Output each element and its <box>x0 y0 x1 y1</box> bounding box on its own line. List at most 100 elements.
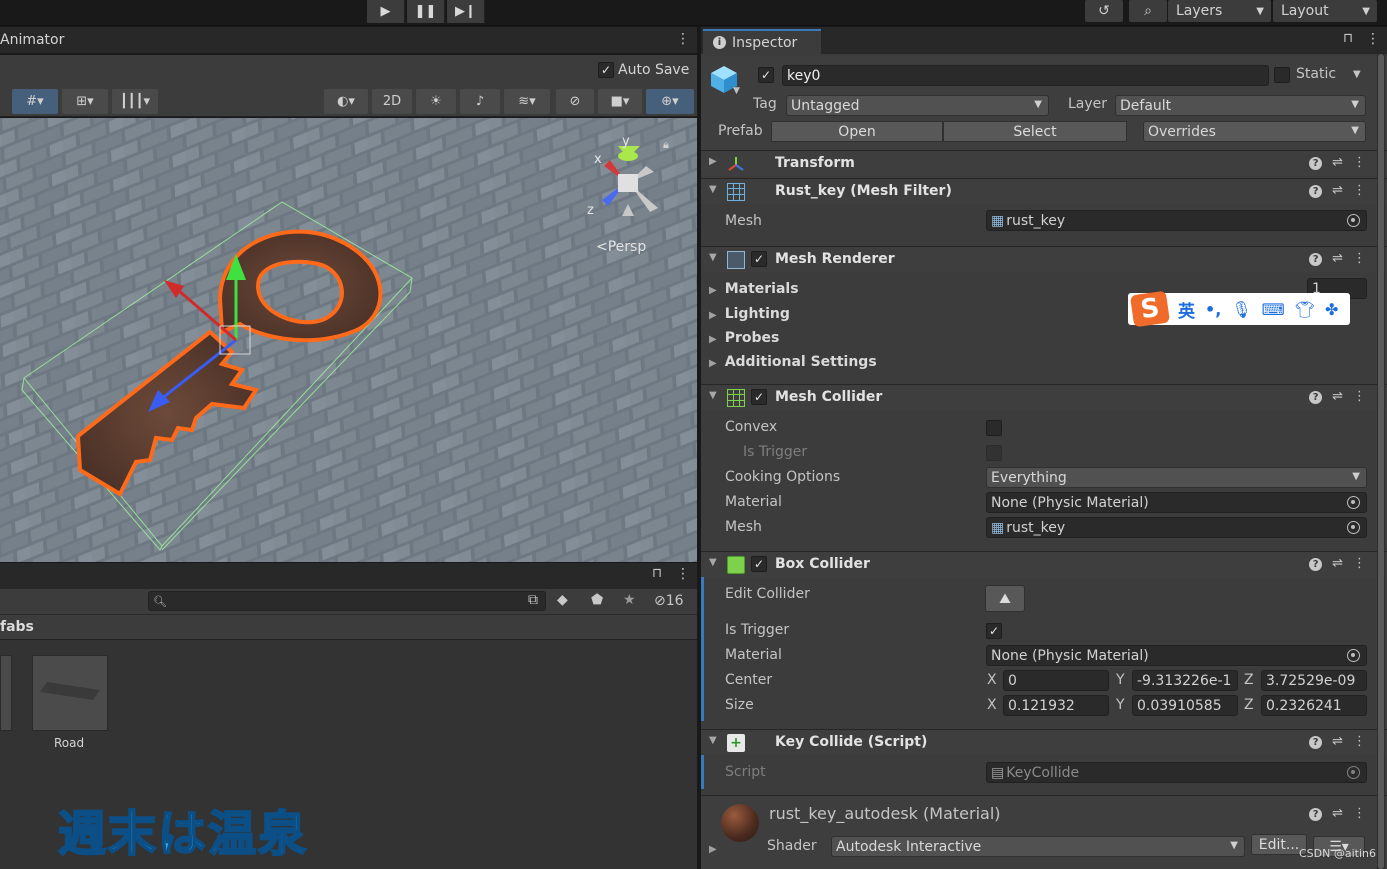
convex-checkbox[interactable] <box>986 420 1002 436</box>
scrollbar-thumb[interactable] <box>1378 54 1384 869</box>
hidden-packages-button[interactable]: ⊘16 <box>654 593 684 609</box>
persp-label[interactable]: <Persp <box>596 239 646 255</box>
help-icon[interactable]: ? <box>1309 558 1323 571</box>
preset-icon[interactable]: ⇌ <box>1332 389 1343 404</box>
ime-lang[interactable]: 英 <box>1178 297 1195 322</box>
kebab-menu-icon[interactable]: ⋮ <box>1353 734 1366 749</box>
tag-dropdown[interactable]: Untagged ▼ <box>786 95 1049 116</box>
ruler-button[interactable]: ┃┃┃▾ <box>112 89 158 114</box>
shader-dropdown[interactable]: Autodesk Interactive ▼ <box>831 836 1245 857</box>
ime-punct[interactable]: •, <box>1205 300 1221 319</box>
filter-label-icon[interactable]: ⬟ <box>591 592 603 608</box>
play-button[interactable]: ▶ <box>367 0 405 23</box>
help-icon[interactable]: ? <box>1309 253 1323 266</box>
prefab-overrides-dropdown[interactable]: Overrides ▼ <box>1143 121 1366 142</box>
asset-thumbnail[interactable] <box>0 655 12 731</box>
scene-view[interactable]: y x z <Persp 🔒︎ <box>0 118 697 562</box>
tab-animator[interactable]: Animator <box>0 32 64 48</box>
box-collider-material-field[interactable]: None (Physic Material) <box>986 645 1367 666</box>
pause-button[interactable]: ❚❚ <box>407 0 445 23</box>
help-icon[interactable]: ? <box>1309 736 1323 749</box>
preset-icon[interactable]: ⇌ <box>1332 183 1343 198</box>
kebab-menu-icon[interactable]: ⋮ <box>1353 556 1366 571</box>
chevron-right-icon[interactable]: ▶ <box>709 844 717 855</box>
history-button[interactable]: ↺ <box>1085 0 1123 22</box>
center-y-field[interactable]: -9.313226e-1 <box>1132 670 1238 691</box>
preset-icon[interactable]: ⇌ <box>1332 155 1343 170</box>
box-collider-enabled-checkbox[interactable]: ✓ <box>751 556 767 572</box>
draw-mode-button[interactable]: ◐▾ <box>324 89 368 114</box>
microphone-icon[interactable]: 🎙︎ <box>1231 300 1251 319</box>
layout-dropdown[interactable]: Layout ▼ <box>1273 0 1377 22</box>
size-y-field[interactable]: 0.03910585 <box>1132 695 1238 716</box>
help-icon[interactable]: ? <box>1309 391 1323 404</box>
kebab-menu-icon[interactable]: ⋮ <box>1353 251 1366 266</box>
box-collider-header[interactable]: ▼ ✓ Box Collider ? ⇌ ⋮ <box>701 551 1387 577</box>
help-icon[interactable]: ? <box>1309 157 1323 170</box>
project-search-input[interactable]: 🔍︎ <box>148 591 546 611</box>
snap-increment-button[interactable]: ⊞▾ <box>62 89 108 114</box>
kebab-menu-icon[interactable]: ⋮ <box>676 566 690 582</box>
mesh-renderer-header[interactable]: ▼ ✓ Mesh Renderer ? ⇌ ⋮ <box>701 246 1387 272</box>
lock-icon[interactable]: ⊓ <box>1343 31 1353 46</box>
open-window-icon[interactable]: ⧉ <box>528 592 538 608</box>
size-x-field[interactable]: 0.121932 <box>1003 695 1109 716</box>
mesh-collider-material-field[interactable]: None (Physic Material) <box>986 492 1367 513</box>
preset-icon[interactable]: ⇌ <box>1332 251 1343 266</box>
visibility-toggle[interactable]: ⊘ <box>556 89 594 114</box>
probes-foldout[interactable]: ▶ Probes <box>709 330 779 346</box>
search-button[interactable]: ⌕ <box>1129 0 1167 22</box>
center-z-field[interactable]: 3.72529e-09 <box>1261 670 1367 691</box>
lighting-foldout[interactable]: ▶ Lighting <box>709 306 790 322</box>
chevron-down-icon[interactable]: ▼ <box>733 86 740 96</box>
is-trigger-checkbox[interactable]: ✓ <box>986 623 1002 639</box>
inspector-scrollbar[interactable] <box>1377 54 1385 869</box>
camera-button[interactable]: ■▾ <box>598 89 642 114</box>
keyboard-icon[interactable]: ⌨ <box>1262 300 1285 319</box>
chevron-down-icon[interactable]: ▼ <box>1353 69 1361 80</box>
layer-dropdown[interactable]: Default ▼ <box>1115 95 1366 116</box>
object-active-checkbox[interactable]: ✓ <box>758 67 774 83</box>
kebab-menu-icon[interactable]: ⋮ <box>676 31 690 47</box>
kebab-menu-icon[interactable]: ⋮ <box>1353 183 1366 198</box>
transform-header[interactable]: ▶ Transform ? ⇌ ⋮ <box>701 150 1387 176</box>
help-icon[interactable]: ? <box>1309 808 1323 821</box>
cooking-options-dropdown[interactable]: Everything ▼ <box>986 467 1367 488</box>
asset-thumbnail-road[interactable] <box>32 655 108 731</box>
prefab-select-button[interactable]: Select <box>943 121 1127 142</box>
object-picker-icon[interactable] <box>1347 521 1360 534</box>
breadcrumb-folder[interactable]: fabs <box>0 619 34 635</box>
lock-icon[interactable]: 🔒︎ <box>663 138 669 151</box>
help-icon[interactable]: ? <box>1309 185 1323 198</box>
object-picker-icon[interactable] <box>1347 214 1360 227</box>
materials-foldout[interactable]: ▶ Materials <box>709 281 799 297</box>
object-picker-icon[interactable] <box>1347 496 1360 509</box>
key-collide-header[interactable]: ▼ + Key Collide (Script) ? ⇌ ⋮ <box>701 729 1387 755</box>
gizmos-button[interactable]: ⊕▾ <box>646 89 694 114</box>
prefab-open-button[interactable]: Open <box>771 121 943 142</box>
mesh-filter-header[interactable]: ▼ Rust_key (Mesh Filter) ? ⇌ ⋮ <box>701 178 1387 204</box>
tab-inspector[interactable]: i Inspector <box>703 29 821 54</box>
step-button[interactable]: ▶❙ <box>447 0 485 23</box>
lighting-toggle[interactable]: ☀ <box>416 89 456 114</box>
auto-save-checkbox[interactable]: ✓ <box>598 62 614 78</box>
ime-toolbar[interactable]: S 英 •, 🎙︎ ⌨ 👕︎ ✤ <box>1128 290 1350 328</box>
mesh-collider-mesh-field[interactable]: ▦ rust_key <box>986 517 1367 538</box>
skin-icon[interactable]: 👕︎ <box>1295 300 1315 319</box>
kebab-menu-icon[interactable]: ⋮ <box>1353 389 1366 404</box>
edit-collider-button[interactable]: ⛰︎ <box>985 585 1025 612</box>
center-x-field[interactable]: 0 <box>1003 670 1109 691</box>
static-checkbox[interactable] <box>1274 67 1290 83</box>
size-z-field[interactable]: 0.2326241 <box>1261 695 1367 716</box>
effects-toggle[interactable]: ≋▾ <box>504 89 550 114</box>
preset-icon[interactable]: ⇌ <box>1332 556 1343 571</box>
layers-dropdown[interactable]: Layers ▼ <box>1168 0 1271 22</box>
kebab-menu-icon[interactable]: ⋮ <box>1366 31 1380 47</box>
mesh-filter-mesh-field[interactable]: ▦ rust_key <box>986 210 1367 231</box>
additional-settings-foldout[interactable]: ▶ Additional Settings <box>709 354 877 370</box>
kebab-menu-icon[interactable]: ⋮ <box>1353 155 1366 170</box>
preset-icon[interactable]: ⇌ <box>1332 806 1343 821</box>
kebab-menu-icon[interactable]: ⋮ <box>1353 806 1366 821</box>
audio-toggle[interactable]: ♪ <box>460 89 500 114</box>
preset-icon[interactable]: ⇌ <box>1332 734 1343 749</box>
